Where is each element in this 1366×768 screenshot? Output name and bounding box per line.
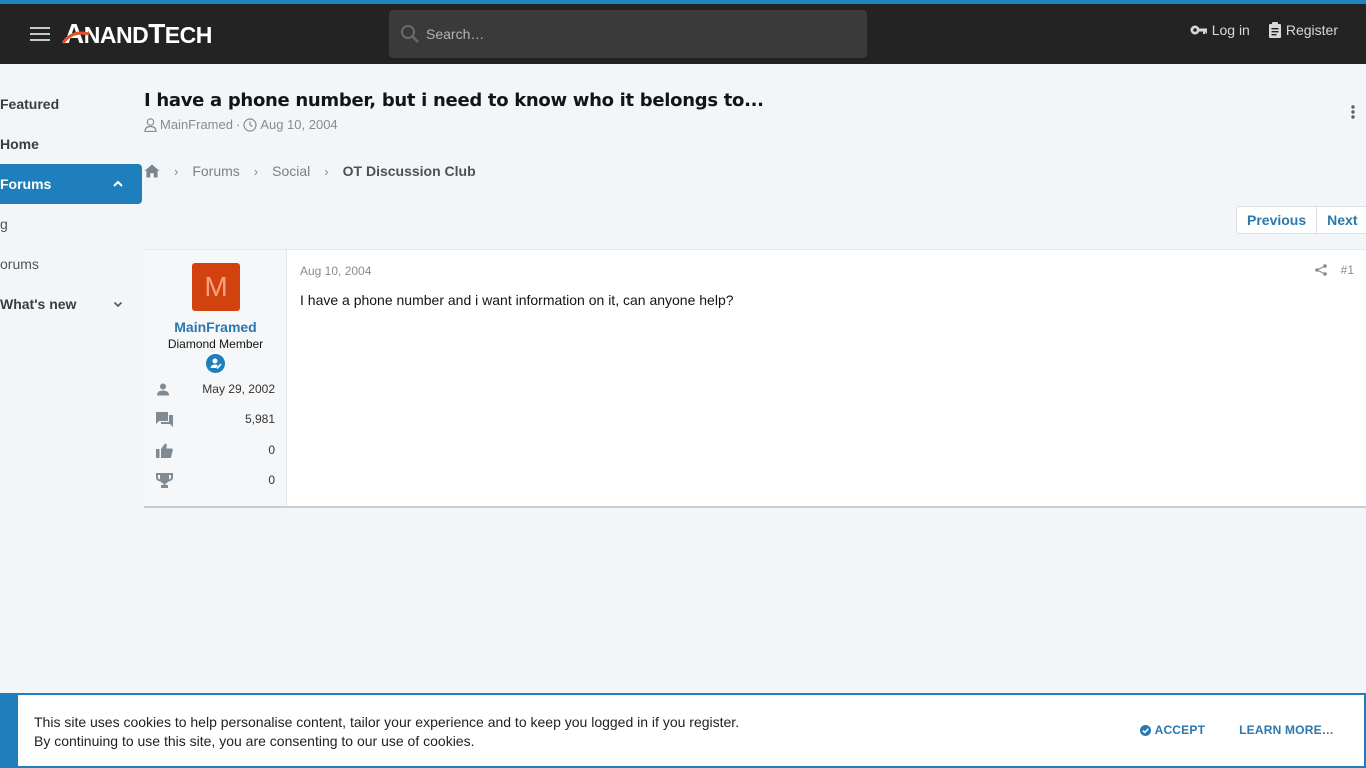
post: M MainFramed Diamond Member May 29, 2002…	[144, 249, 1366, 508]
stat-reactions: 0	[156, 440, 275, 460]
post-body: I have a phone number and i want informa…	[300, 292, 734, 308]
learn-more-button[interactable]: LEARN MORE…	[1239, 723, 1334, 737]
search-input[interactable]	[426, 26, 826, 42]
next-button[interactable]: Next	[1316, 207, 1366, 233]
previous-button[interactable]: Previous	[1237, 207, 1316, 233]
avatar[interactable]: M	[192, 263, 240, 311]
stat-joined: May 29, 2002	[156, 379, 275, 399]
verified-member-badge-icon	[206, 354, 225, 373]
cookie-actions: ACCEPT LEARN MORE…	[1139, 723, 1334, 737]
clock-icon	[243, 117, 257, 132]
key-icon	[1190, 25, 1207, 35]
post-username[interactable]: MainFramed	[144, 319, 287, 335]
register-link[interactable]: Register	[1268, 22, 1338, 38]
home-icon[interactable]	[144, 164, 160, 178]
person-icon	[157, 383, 169, 395]
post-actions: #1	[1314, 263, 1354, 277]
logo-swoosh-icon	[62, 31, 90, 44]
cookie-text: This site uses cookies to help personali…	[34, 714, 740, 749]
chevron-right-icon: ›	[174, 163, 179, 179]
thread-title: I have a phone number, but i need to kno…	[144, 90, 764, 111]
login-link[interactable]: Log in	[1190, 22, 1250, 38]
thread-meta: MainFramed · Aug 10, 2004	[144, 117, 338, 132]
thumbs-up-icon	[156, 443, 173, 458]
site-header: ANANDTECH Log in Register	[0, 4, 1366, 64]
post-number[interactable]: #1	[1341, 263, 1354, 277]
breadcrumb: › Forums › Social › OT Discussion Club	[144, 163, 476, 179]
clipboard-icon	[1268, 22, 1281, 38]
sidebar-nav: Featured Home Forums g orums What's new	[0, 84, 142, 324]
chevron-down-icon[interactable]	[112, 298, 124, 310]
stat-messages: 5,981	[156, 409, 275, 429]
sidebar-item-forums[interactable]: Forums	[0, 164, 142, 204]
accept-cookies-button[interactable]: ACCEPT	[1139, 723, 1206, 737]
chevron-up-icon[interactable]	[112, 178, 124, 190]
check-circle-icon	[1139, 724, 1151, 736]
post-date[interactable]: Aug 10, 2004	[300, 264, 371, 278]
sidebar-item-whats-new[interactable]: What's new	[0, 284, 142, 324]
chevron-right-icon: ›	[253, 163, 259, 179]
breadcrumb-forums[interactable]: Forums	[192, 163, 239, 179]
thread-author[interactable]: MainFramed	[160, 117, 233, 132]
thread-pager: Previous Next	[1236, 206, 1366, 234]
header-nav: Log in Register	[1190, 22, 1338, 38]
cookie-notice: This site uses cookies to help personali…	[0, 693, 1366, 768]
menu-icon[interactable]	[30, 27, 50, 41]
user-icon	[144, 117, 157, 132]
breadcrumb-social[interactable]: Social	[272, 163, 310, 179]
sidebar-item-featured[interactable]: Featured	[0, 84, 142, 124]
breadcrumb-ot-discussion-club[interactable]: OT Discussion Club	[343, 163, 476, 179]
thread-date[interactable]: Aug 10, 2004	[260, 117, 337, 132]
search-box[interactable]	[389, 10, 867, 58]
sidebar-subitem[interactable]: g	[0, 204, 142, 244]
sidebar-item-home[interactable]: Home	[0, 124, 142, 164]
logo-text: ANANDTECH	[62, 17, 212, 49]
post-user-column: M MainFramed Diamond Member May 29, 2002…	[144, 250, 287, 506]
messages-icon	[156, 411, 173, 427]
sidebar-subitem-forums[interactable]: orums	[0, 244, 142, 284]
user-title: Diamond Member	[167, 337, 264, 351]
stat-points: 0	[156, 470, 275, 490]
share-icon[interactable]	[1314, 264, 1327, 276]
trophy-icon	[156, 472, 173, 488]
chevron-right-icon: ›	[324, 163, 329, 179]
search-icon	[401, 25, 419, 43]
site-logo[interactable]: ANANDTECH	[62, 17, 212, 50]
more-options-icon[interactable]	[1346, 104, 1360, 120]
